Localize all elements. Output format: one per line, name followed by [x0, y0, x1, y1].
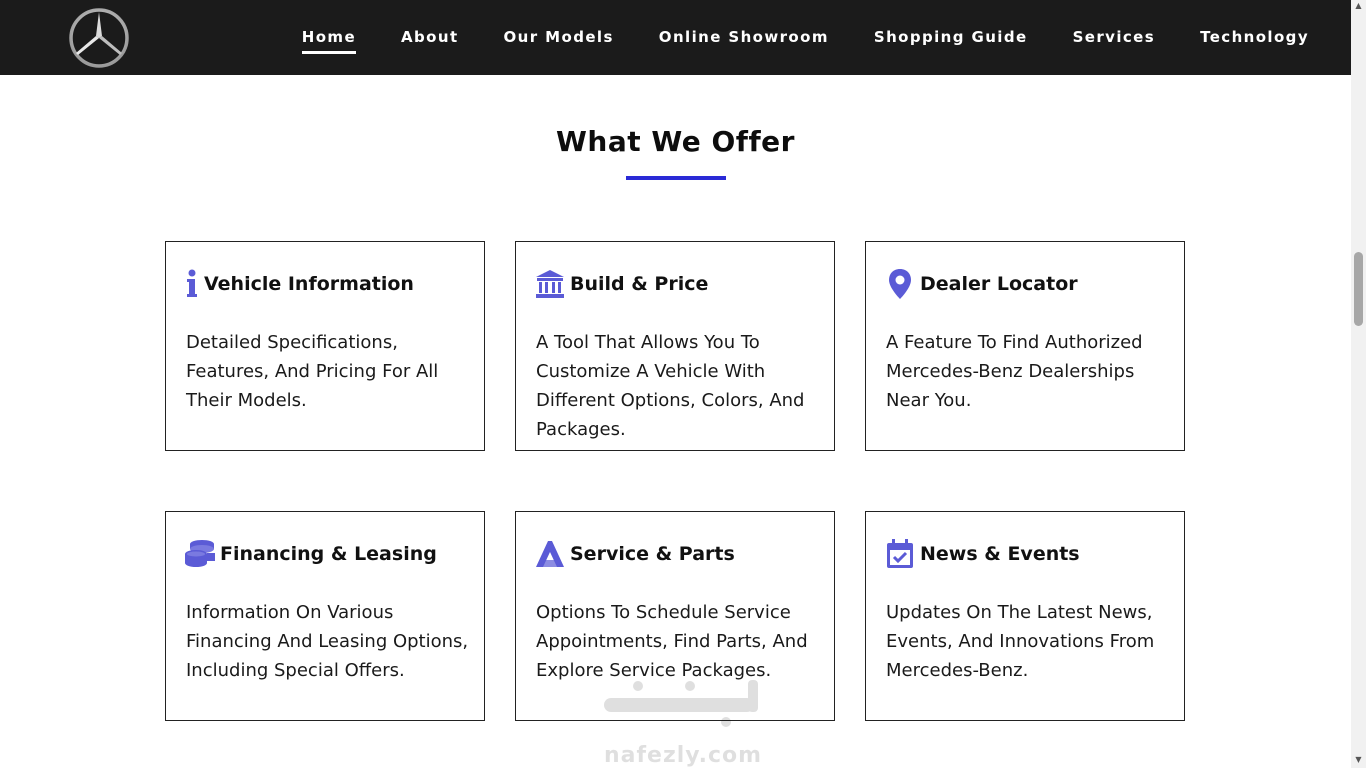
card-header: Dealer Locator	[884, 268, 1078, 300]
title-underline	[626, 176, 726, 180]
section-title: What We Offer	[556, 125, 795, 158]
info-icon	[184, 268, 200, 300]
card-header: Vehicle Information	[184, 268, 414, 300]
nav-link-online-showroom[interactable]: Online Showroom	[659, 28, 829, 52]
calendar-check-icon	[884, 538, 916, 570]
card-header: Service & Parts	[534, 538, 735, 570]
card-description: A Feature To Find Authorized Mercedes-Be…	[886, 332, 1143, 411]
card-header: Financing & Leasing	[184, 538, 437, 570]
nav-link-our-models[interactable]: Our Models	[504, 28, 614, 52]
nav-link-services[interactable]: Services	[1073, 28, 1156, 52]
card-title: Financing & Leasing	[220, 543, 437, 565]
card-description: Options To Schedule Service Appointments…	[536, 602, 808, 681]
coins-icon	[184, 538, 216, 570]
wrench-a-icon	[534, 538, 566, 570]
nav-links: Home About Our Models Online Showroom Sh…	[257, 0, 1309, 75]
card-title: Build & Price	[570, 273, 709, 295]
top-navbar: Home About Our Models Online Showroom Sh…	[0, 0, 1351, 75]
page-scrollbar[interactable]	[1351, 0, 1366, 768]
card-title: Vehicle Information	[204, 273, 414, 295]
nav-link-shopping-guide[interactable]: Shopping Guide	[874, 28, 1028, 52]
card-description: Detailed Specifications, Features, And P…	[186, 332, 439, 411]
card-title: Dealer Locator	[920, 273, 1078, 295]
card-header: News & Events	[884, 538, 1080, 570]
nav-link-technology[interactable]: Technology	[1200, 28, 1309, 52]
card-news-events[interactable]: News & Events Updates On The Latest News…	[865, 511, 1185, 721]
card-title: Service & Parts	[570, 543, 735, 565]
card-vehicle-information[interactable]: Vehicle Information Detailed Specificati…	[165, 241, 485, 451]
watermark-text: nafezly.com	[603, 743, 763, 768]
nav-link-home[interactable]: Home	[301, 28, 357, 54]
scroll-down-arrow-icon[interactable]: ▼	[1354, 756, 1363, 764]
watermark-logo-icon	[604, 680, 758, 727]
watermark: nafezly.com	[598, 678, 768, 768]
card-build-price[interactable]: Build & Price A Tool That Allows You To …	[515, 241, 835, 451]
card-financing-leasing[interactable]: Financing & Leasing Information On Vario…	[165, 511, 485, 721]
map-pin-icon	[884, 268, 916, 300]
mercedes-star-logo[interactable]	[64, 7, 134, 69]
nav-link-about[interactable]: About	[401, 28, 459, 52]
card-title: News & Events	[920, 543, 1080, 565]
scrollbar-thumb[interactable]	[1354, 252, 1363, 326]
card-header: Build & Price	[534, 268, 708, 300]
scroll-up-arrow-icon[interactable]: ▲	[1354, 2, 1363, 10]
card-dealer-locator[interactable]: Dealer Locator A Feature To Find Authori…	[865, 241, 1185, 451]
bank-icon	[534, 268, 566, 300]
card-description: Information On Various Financing And Lea…	[186, 602, 469, 681]
card-description: Updates On The Latest News, Events, And …	[886, 602, 1155, 681]
card-description: A Tool That Allows You To Customize A Ve…	[536, 332, 805, 440]
